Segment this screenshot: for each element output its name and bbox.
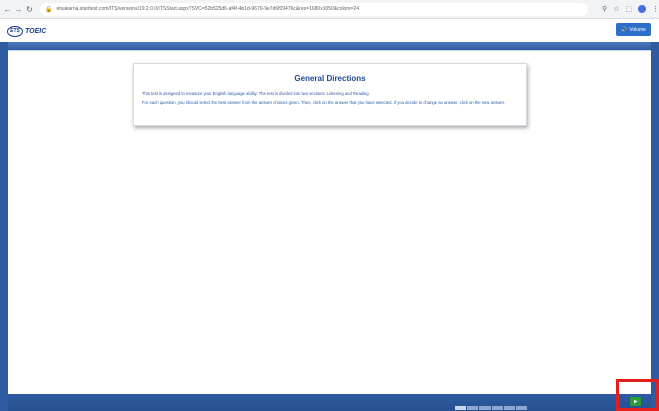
browser-toolbar: ← → ↻ 🔒 etsakarna.starttest.com/ITS/vers… (0, 0, 659, 19)
frame-edge-left (0, 42, 8, 411)
menu-icon[interactable]: ⋮ (652, 5, 659, 13)
app-header: ETS TOEIC 🔊 Volume (0, 20, 659, 42)
header-bar (8, 42, 651, 50)
ets-badge: ETS (7, 25, 23, 37)
back-icon[interactable]: ← (3, 2, 12, 16)
directions-paragraph-1: This test is designed to measure your En… (142, 91, 370, 96)
volume-button[interactable]: 🔊 Volume (616, 23, 651, 36)
star-icon[interactable]: ☆ (613, 5, 619, 13)
toeic-logo: ETS TOEIC (7, 25, 47, 37)
highlight-annotation (616, 379, 659, 411)
url-text: etsakarna.starttest.com/ITS/versions/19.… (56, 6, 359, 12)
footer-bar (8, 394, 651, 411)
brand-name: TOEIC (25, 27, 47, 35)
forward-icon[interactable]: → (14, 2, 23, 16)
reload-icon[interactable]: ↻ (25, 2, 34, 16)
frame-edge-right (651, 42, 659, 411)
speaker-icon: 🔊 (621, 26, 628, 33)
profile-icon[interactable] (638, 5, 646, 13)
directions-paragraph-2: For each question, you should select the… (142, 100, 506, 106)
zoom-icon[interactable]: ⚲ (602, 5, 607, 13)
directions-card: General Directions This test is designed… (133, 63, 527, 126)
volume-label: Volume (629, 26, 646, 33)
progress-indicator (455, 406, 528, 410)
address-bar[interactable]: 🔒 etsakarna.starttest.com/ITS/versions/1… (39, 2, 588, 16)
extension-icon[interactable]: ⬚ (625, 5, 632, 13)
lock-icon: 🔒 (44, 6, 53, 13)
directions-title: General Directions (294, 74, 366, 83)
